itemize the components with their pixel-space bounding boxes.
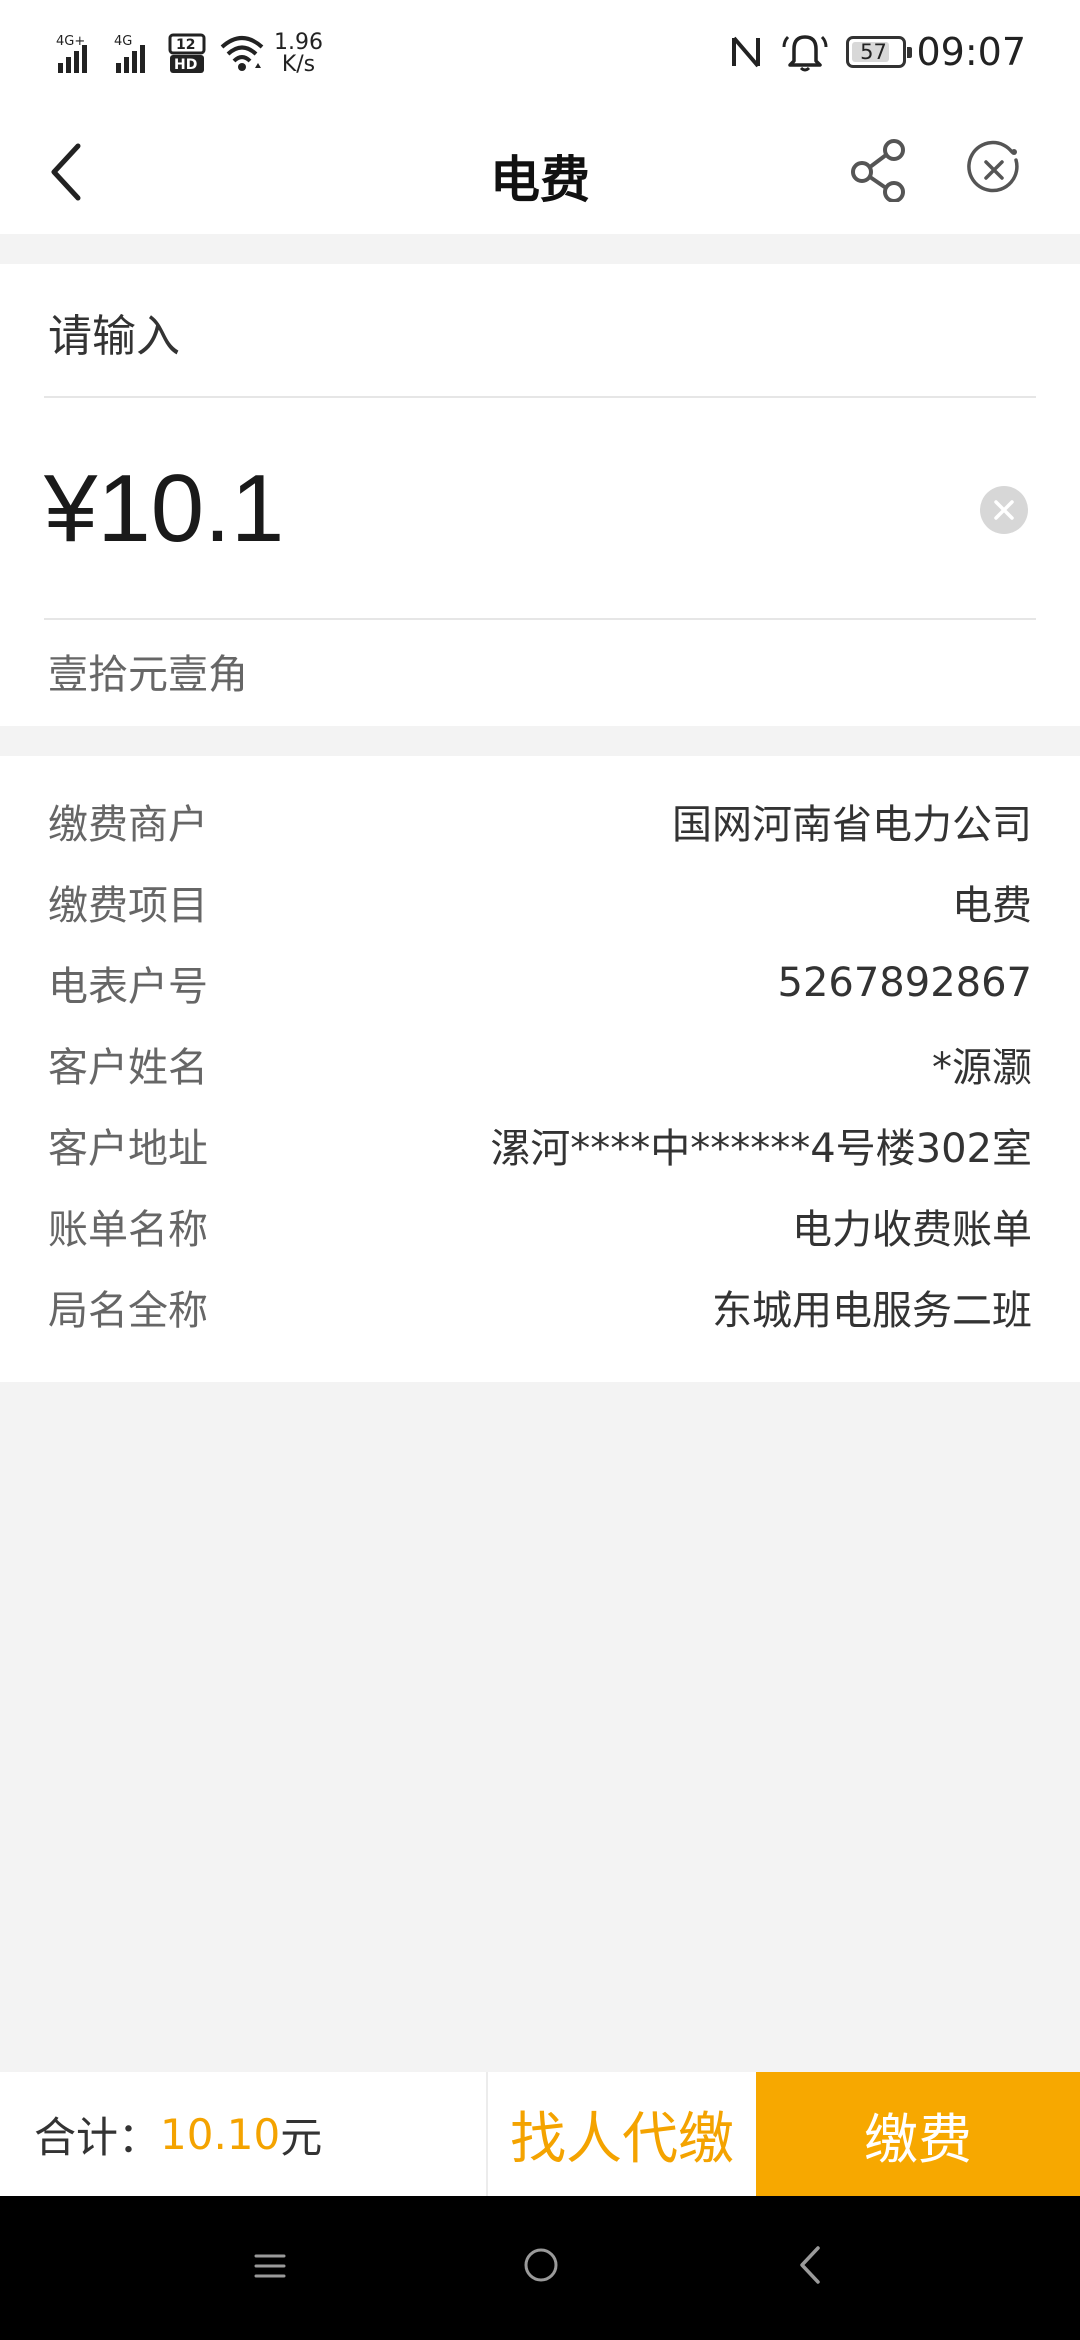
clear-amount-button[interactable] — [980, 486, 1028, 534]
menu-icon[interactable] — [252, 2248, 288, 2284]
amount-in-words: 壹拾元壹角 — [48, 652, 248, 698]
info-value: *源灏 — [932, 1045, 1032, 1091]
proxy-pay-button[interactable]: 找人代缴 — [488, 2072, 756, 2196]
amount-input-label: 请输入 — [48, 311, 180, 362]
info-value: 电费 — [952, 883, 1032, 929]
info-row-bureau-name: 局名全称 东城用电服务二班 — [48, 1272, 1032, 1342]
signal-4g-plus-icon: 4G+ — [56, 34, 87, 73]
status-bar: 4G+ 4G 12 HD 1.96 K/s 57 09:07 — [0, 0, 1080, 110]
divider — [44, 396, 1036, 398]
status-left: 4G+ 4G 12 HD 1.96 K/s — [56, 32, 323, 76]
dual-sim-hd-icon: 12 HD — [168, 33, 206, 73]
info-value: 漯河****中******4号楼302室 — [490, 1126, 1032, 1172]
info-key: 电表户号 — [48, 964, 208, 1010]
svg-text:12: 12 — [176, 37, 195, 53]
signal-4g-icon: 4G — [114, 34, 145, 73]
info-row-customer-address: 客户地址 漯河****中******4号楼302室 — [48, 1110, 1032, 1180]
status-right: 57 09:07 — [728, 30, 1026, 74]
share-icon[interactable] — [848, 138, 912, 202]
alarm-bell-icon — [782, 35, 828, 72]
battery-icon: 57 — [846, 36, 913, 68]
system-nav-bar — [0, 2196, 1080, 2340]
wifi-icon — [220, 36, 264, 71]
info-key: 客户姓名 — [48, 1045, 208, 1091]
info-key: 缴费商户 — [48, 802, 208, 848]
home-icon[interactable] — [522, 2246, 560, 2284]
close-circle-icon[interactable] — [964, 140, 1024, 200]
total-summary: 合计： 10.10 元 — [0, 2072, 488, 2196]
clock: 09:07 — [916, 30, 1026, 74]
info-value: 东城用电服务二班 — [712, 1288, 1032, 1334]
info-value: 5267892867 — [777, 960, 1033, 1006]
info-key: 账单名称 — [48, 1207, 208, 1253]
page-title: 电费 — [490, 151, 590, 209]
info-key: 局名全称 — [48, 1288, 208, 1334]
svg-text:HD: HD — [174, 57, 197, 73]
info-row-merchant: 缴费商户 国网河南省电力公司 — [48, 786, 1032, 856]
info-value: 国网河南省电力公司 — [672, 802, 1032, 848]
network-speed: 1.96 K/s — [274, 30, 323, 77]
total-amount: 10.10 — [160, 2109, 281, 2159]
divider — [44, 618, 1036, 620]
bottom-action-bar: 合计： 10.10 元 找人代缴 缴费 — [0, 2072, 1080, 2196]
info-key: 客户地址 — [48, 1126, 208, 1172]
amount-input[interactable]: ¥10.1 — [44, 454, 284, 564]
clear-icon — [994, 500, 1014, 520]
svg-text:4G+: 4G+ — [56, 34, 85, 49]
bill-info-card: 缴费商户 国网河南省电力公司 缴费项目 电费 电表户号 5267892867 客… — [0, 756, 1080, 1382]
nav-bar: 电费 — [0, 110, 1080, 234]
system-back-icon[interactable] — [796, 2244, 824, 2286]
svg-text:4G: 4G — [114, 34, 132, 49]
pay-button[interactable]: 缴费 — [756, 2072, 1080, 2196]
info-row-meter-number: 电表户号 5267892867 — [48, 948, 1032, 1018]
info-row-item: 缴费项目 电费 — [48, 867, 1032, 937]
total-label: 合计： — [34, 2112, 161, 2162]
info-value: 电力收费账单 — [792, 1207, 1032, 1253]
nfc-icon — [732, 36, 761, 68]
info-row-customer-name: 客户姓名 *源灏 — [48, 1029, 1032, 1099]
info-key: 缴费项目 — [48, 883, 208, 929]
info-row-bill-name: 账单名称 电力收费账单 — [48, 1191, 1032, 1261]
total-unit: 元 — [280, 2112, 323, 2162]
amount-card: 请输入 ¥10.1 壹拾元壹角 — [0, 264, 1080, 726]
